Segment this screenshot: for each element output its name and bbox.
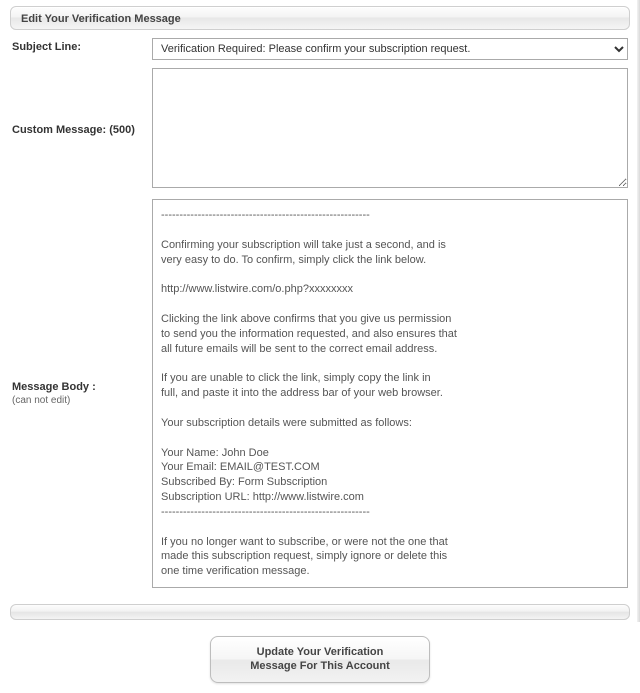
message-body-line: Your subscription details were submitted… [161,416,619,431]
message-body-line [161,223,619,238]
message-body-line [161,431,619,446]
message-body-line: Confirming your subscription will take j… [161,238,619,253]
subject-label: Subject Line: [12,38,152,53]
message-body-line: made this subscription request, simply i… [161,549,619,564]
action-row: Update Your Verification Message For Thi… [10,636,630,683]
message-body-line: Your Name: John Doe [161,446,619,461]
message-body-line: If you no longer want to subscribe, or w… [161,535,619,550]
update-verification-button[interactable]: Update Your Verification Message For Thi… [210,636,430,683]
message-body-line: Subscription URL: http://www.listwire.co… [161,490,619,505]
message-body-label-col: Message Body : (can not edit) [12,381,152,406]
message-body-line: Subscribed By: Form Subscription [161,475,619,490]
message-body-line [161,356,619,371]
message-body-line: very easy to do. To confirm, simply clic… [161,253,619,268]
custom-message-textarea[interactable] [152,68,628,188]
message-body-line [161,520,619,535]
panel-header: Edit Your Verification Message [10,6,630,30]
subject-row: Subject Line: Verification Required: Ple… [12,38,628,60]
custom-message-label: Custom Message: (500) [12,124,152,136]
separator-bar [10,604,630,620]
message-body-label: Message Body : [12,381,96,393]
message-body-readonly: ----------------------------------------… [152,199,628,588]
message-body-line: all future emails will be sent to the co… [161,342,619,357]
message-body-line [161,267,619,282]
subject-select[interactable]: Verification Required: Please confirm yo… [152,38,628,60]
message-body-line [161,297,619,312]
message-body-line: Clicking the link above confirms that yo… [161,312,619,327]
message-body-line: Your Email: EMAIL@TEST.COM [161,460,619,475]
custom-message-row: Custom Message: (500) [12,68,628,191]
message-body-line: one time verification message. [161,564,619,579]
message-body-row: Message Body : (can not edit) ----------… [12,199,628,588]
message-body-line [161,401,619,416]
message-body-line: to send you the information requested, a… [161,327,619,342]
message-body-line: http://www.listwire.com/o.php?xxxxxxxx [161,282,619,297]
message-body-sublabel: (can not edit) [12,395,146,406]
panel-title: Edit Your Verification Message [21,13,181,25]
verification-form: Subject Line: Verification Required: Ple… [10,30,630,598]
message-body-line: full, and paste it into the address bar … [161,386,619,401]
message-body-line: ----------------------------------------… [161,505,619,520]
message-body-line: If you are unable to click the link, sim… [161,371,619,386]
message-body-line: ----------------------------------------… [161,208,619,223]
